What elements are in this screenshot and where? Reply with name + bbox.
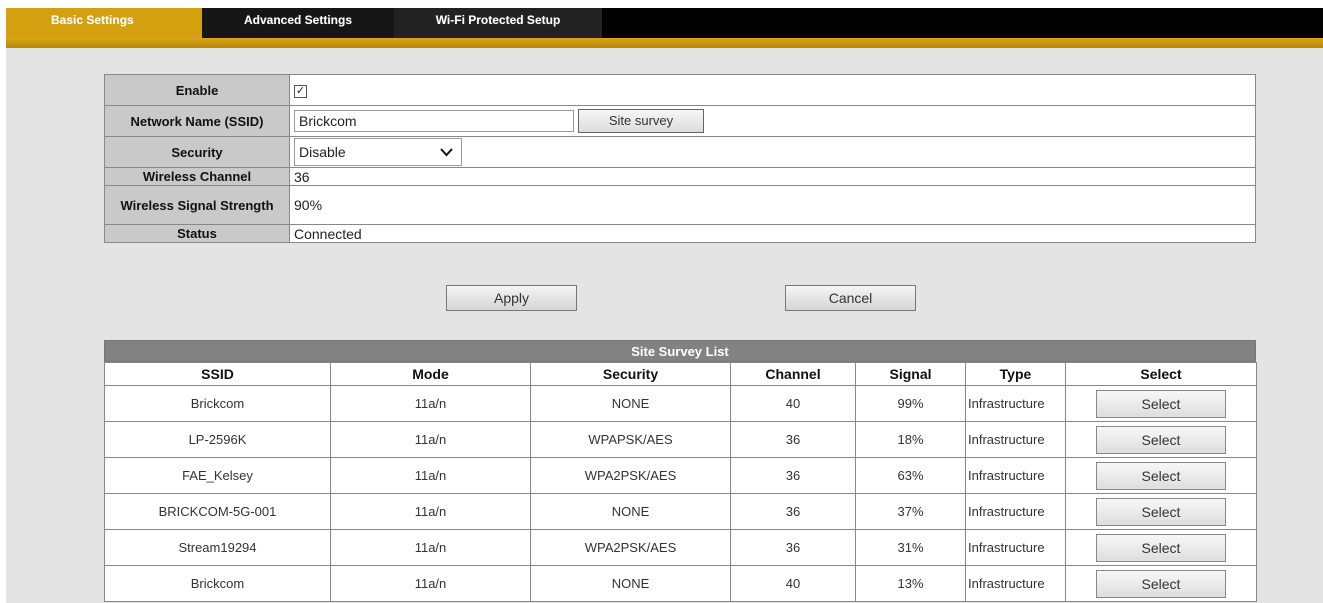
cell-mode: 11a/n [330, 493, 531, 530]
tab-basic-settings[interactable]: Basic Settings [6, 8, 202, 38]
cell-channel: 40 [730, 565, 856, 602]
enable-checkbox[interactable]: ✓ [294, 84, 307, 98]
survey-header-row: SSID Mode Security Channel Signal Type S… [104, 362, 1257, 386]
cell-type: Infrastructure [965, 385, 1066, 422]
cell-security: WPA2PSK/AES [530, 529, 731, 566]
column-header-security: Security [530, 362, 731, 386]
table-row: Brickcom 11a/n NONE 40 13% Infrastructur… [104, 565, 1257, 602]
cell-select: Select [1065, 421, 1257, 458]
cell-type: Infrastructure [965, 457, 1066, 494]
cell-signal: 63% [855, 457, 966, 494]
cell-security: WPAPSK/AES [530, 421, 731, 458]
cell-channel: 36 [730, 457, 856, 494]
column-header-type: Type [965, 362, 1066, 386]
status-label: Status [104, 224, 290, 243]
security-select[interactable]: Disable [294, 138, 462, 166]
select-network-button[interactable]: Select [1096, 533, 1226, 562]
signal-value: 90% [289, 185, 1256, 225]
cell-signal: 99% [855, 385, 966, 422]
select-network-button[interactable]: Select [1096, 569, 1226, 598]
cell-mode: 11a/n [330, 421, 531, 458]
ssid-label: Network Name (SSID) [104, 105, 290, 137]
site-survey-title: Site Survey List [104, 340, 1256, 362]
cell-channel: 36 [730, 421, 856, 458]
cell-signal: 31% [855, 529, 966, 566]
table-row: Brickcom 11a/n NONE 40 99% Infrastructur… [104, 385, 1257, 422]
cell-mode: 11a/n [330, 565, 531, 602]
cell-security: WPA2PSK/AES [530, 457, 731, 494]
table-row: BRICKCOM-5G-001 11a/n NONE 36 37% Infras… [104, 493, 1257, 530]
cell-signal: 18% [855, 421, 966, 458]
tab-underline-bar [6, 38, 1323, 48]
cell-ssid: FAE_Kelsey [104, 457, 331, 494]
cell-ssid: Brickcom [104, 565, 331, 602]
status-value: Connected [289, 224, 1256, 243]
cell-security: NONE [530, 385, 731, 422]
select-network-button[interactable]: Select [1096, 389, 1226, 418]
cell-signal: 13% [855, 565, 966, 602]
column-header-ssid: SSID [104, 362, 331, 386]
cell-mode: 11a/n [330, 385, 531, 422]
tab-bar: Basic Settings Advanced Settings Wi-Fi P… [6, 8, 1323, 38]
cell-channel: 40 [730, 385, 856, 422]
cell-select: Select [1065, 565, 1257, 602]
cell-ssid: LP-2596K [104, 421, 331, 458]
chevron-down-icon [440, 139, 453, 174]
column-header-mode: Mode [330, 362, 531, 386]
select-network-button[interactable]: Select [1096, 497, 1226, 526]
cancel-button[interactable]: Cancel [785, 285, 916, 311]
column-header-signal: Signal [855, 362, 966, 386]
cell-select: Select [1065, 493, 1257, 530]
select-network-button[interactable]: Select [1096, 461, 1226, 490]
cell-type: Infrastructure [965, 565, 1066, 602]
enable-label: Enable [104, 74, 290, 106]
cell-mode: 11a/n [330, 457, 531, 494]
tab-advanced-settings[interactable]: Advanced Settings [202, 8, 394, 38]
cell-ssid: Brickcom [104, 385, 331, 422]
signal-label: Wireless Signal Strength [104, 185, 290, 225]
cell-type: Infrastructure [965, 421, 1066, 458]
cell-ssid: Stream19294 [104, 529, 331, 566]
cell-security: NONE [530, 493, 731, 530]
cell-type: Infrastructure [965, 529, 1066, 566]
column-header-channel: Channel [730, 362, 856, 386]
ssid-cell: Brickcom Site survey [289, 105, 1256, 137]
cell-select: Select [1065, 529, 1257, 566]
security-cell: Disable [289, 136, 1256, 168]
cell-mode: 11a/n [330, 529, 531, 566]
cell-type: Infrastructure [965, 493, 1066, 530]
channel-value: 36 [289, 167, 1256, 186]
security-label: Security [104, 136, 290, 168]
cell-select: Select [1065, 385, 1257, 422]
site-survey-button[interactable]: Site survey [578, 109, 704, 133]
cell-channel: 36 [730, 493, 856, 530]
page-frame: Basic Settings Advanced Settings Wi-Fi P… [6, 8, 1323, 603]
tab-wifi-protected-setup[interactable]: Wi-Fi Protected Setup [394, 8, 602, 38]
cell-ssid: BRICKCOM-5G-001 [104, 493, 331, 530]
enable-cell: ✓ [289, 74, 1256, 106]
channel-label: Wireless Channel [104, 167, 290, 186]
ssid-input[interactable]: Brickcom [294, 110, 574, 132]
select-network-button[interactable]: Select [1096, 425, 1226, 454]
column-header-select: Select [1065, 362, 1257, 386]
apply-button[interactable]: Apply [446, 285, 577, 311]
cell-channel: 36 [730, 529, 856, 566]
table-row: FAE_Kelsey 11a/n WPA2PSK/AES 36 63% Infr… [104, 457, 1257, 494]
cell-signal: 37% [855, 493, 966, 530]
security-select-value: Disable [299, 144, 346, 160]
wireless-settings-table: Enable ✓ Network Name (SSID) Brickcom Sit… [104, 74, 1256, 243]
table-row: LP-2596K 11a/n WPAPSK/AES 36 18% Infrast… [104, 421, 1257, 458]
site-survey-table: SSID Mode Security Channel Signal Type S… [104, 362, 1257, 602]
cell-security: NONE [530, 565, 731, 602]
cell-select: Select [1065, 457, 1257, 494]
table-row: Stream19294 11a/n WPA2PSK/AES 36 31% Inf… [104, 529, 1257, 566]
